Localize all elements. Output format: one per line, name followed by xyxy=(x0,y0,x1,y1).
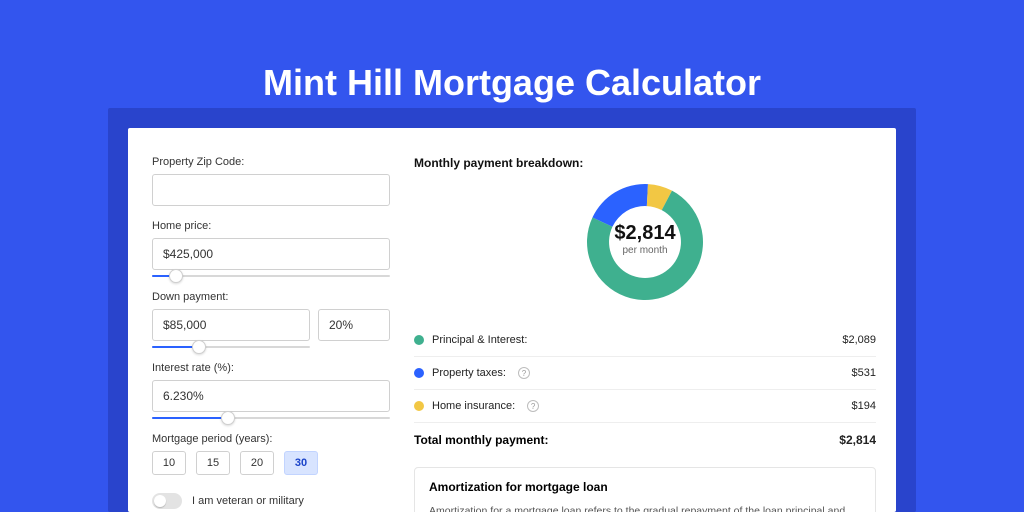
amortization-box: Amortization for mortgage loan Amortizat… xyxy=(414,467,876,512)
page-title: Mint Hill Mortgage Calculator xyxy=(0,0,1024,104)
legend-row-0: Principal & Interest: $2,089 xyxy=(414,324,876,357)
legend-value: $2,089 xyxy=(842,334,876,346)
total-row: Total monthly payment: $2,814 xyxy=(414,422,876,461)
home-price-label: Home price: xyxy=(152,220,396,232)
donut-chart: $2,814per month xyxy=(414,178,876,306)
inputs-panel: Property Zip Code: Home price: Down paym… xyxy=(128,128,396,512)
amortization-title: Amortization for mortgage loan xyxy=(429,480,861,494)
legend-label: Principal & Interest: xyxy=(432,334,527,346)
veteran-toggle[interactable] xyxy=(152,493,182,509)
legend-row-1: Property taxes:? $531 xyxy=(414,357,876,390)
interest-slider-thumb[interactable] xyxy=(221,411,235,425)
legend-row-2: Home insurance:? $194 xyxy=(414,390,876,422)
breakdown-title: Monthly payment breakdown: xyxy=(414,156,876,170)
legend-value: $194 xyxy=(852,400,876,412)
zip-input[interactable] xyxy=(152,174,390,206)
calculator-card: Property Zip Code: Home price: Down paym… xyxy=(128,128,896,512)
donut-sub: per month xyxy=(605,245,685,256)
down-payment-slider[interactable] xyxy=(152,340,310,354)
legend-value: $531 xyxy=(852,367,876,379)
breakdown-panel: Monthly payment breakdown: $2,814per mon… xyxy=(396,128,896,512)
interest-slider[interactable] xyxy=(152,411,390,425)
info-icon[interactable]: ? xyxy=(527,400,539,412)
home-price-slider[interactable] xyxy=(152,269,390,283)
home-price-slider-thumb[interactable] xyxy=(169,269,183,283)
legend-dot-blue xyxy=(414,368,424,378)
amortization-text: Amortization for a mortgage loan refers … xyxy=(429,504,861,512)
info-icon[interactable]: ? xyxy=(518,367,530,379)
veteran-label: I am veteran or military xyxy=(192,495,304,507)
legend-dot-yellow xyxy=(414,401,424,411)
down-payment-input[interactable] xyxy=(152,309,310,341)
home-price-input[interactable] xyxy=(152,238,390,270)
zip-label: Property Zip Code: xyxy=(152,156,396,168)
period-option-15[interactable]: 15 xyxy=(196,451,230,475)
period-option-30[interactable]: 30 xyxy=(284,451,318,475)
donut-amount: $2,814 xyxy=(605,222,685,245)
down-payment-slider-thumb[interactable] xyxy=(192,340,206,354)
legend-label: Home insurance: xyxy=(432,400,515,412)
legend-dot-green xyxy=(414,335,424,345)
legend: Principal & Interest: $2,089 Property taxe… xyxy=(414,324,876,422)
total-value: $2,814 xyxy=(839,433,876,447)
period-label: Mortgage period (years): xyxy=(152,433,396,445)
interest-label: Interest rate (%): xyxy=(152,362,396,374)
donut-svg: $2,814per month xyxy=(581,178,709,306)
total-label: Total monthly payment: xyxy=(414,433,548,447)
down-payment-pct-input[interactable] xyxy=(318,309,390,341)
legend-label: Property taxes: xyxy=(432,367,506,379)
down-payment-label: Down payment: xyxy=(152,291,396,303)
page-root: Mint Hill Mortgage Calculator Property Z… xyxy=(0,0,1024,512)
period-option-20[interactable]: 20 xyxy=(240,451,274,475)
interest-input[interactable] xyxy=(152,380,390,412)
period-option-10[interactable]: 10 xyxy=(152,451,186,475)
